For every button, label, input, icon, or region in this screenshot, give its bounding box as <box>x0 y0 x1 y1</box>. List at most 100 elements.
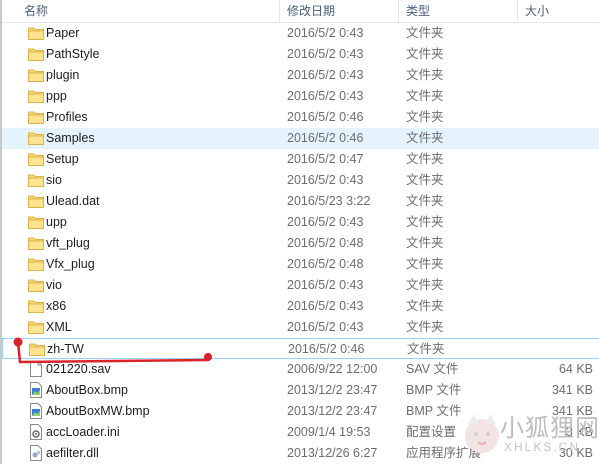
file-row[interactable]: x86 2016/5/2 0:43 文件夹 <box>2 296 599 317</box>
file-name: x86 <box>46 299 67 313</box>
folder-icon <box>28 89 44 103</box>
file-modified-date: 2016/5/2 0:43 <box>287 278 364 292</box>
file-modified-date: 2016/5/2 0:46 <box>287 110 364 124</box>
file-type: 文件夹 <box>406 68 444 82</box>
column-header-type[interactable]: 类型 <box>406 3 430 19</box>
file-modified-date: 2016/5/2 0:43 <box>287 89 364 103</box>
file-modified-date: 2016/5/2 0:43 <box>287 68 364 82</box>
settings-file-icon <box>28 424 44 440</box>
file-modified-date: 2016/5/2 0:48 <box>287 236 364 250</box>
file-row[interactable]: Samples 2016/5/2 0:46 文件夹 <box>2 128 599 149</box>
file-type: 文件夹 <box>406 26 444 40</box>
file-row[interactable]: ppp 2016/5/2 0:43 文件夹 <box>2 86 599 107</box>
file-row[interactable]: Vfx_plug 2016/5/2 0:48 文件夹 <box>2 254 599 275</box>
file-modified-date: 2016/5/2 0:43 <box>287 215 364 229</box>
folder-icon <box>28 68 44 82</box>
file-type: 文件夹 <box>406 236 444 250</box>
folder-icon <box>28 236 44 250</box>
file-modified-date: 2009/1/4 19:53 <box>287 425 371 439</box>
file-name: PathStyle <box>46 47 100 61</box>
file-name: zh-TW <box>47 342 84 356</box>
file-modified-date: 2013/12/26 6:27 <box>287 446 378 460</box>
file-row[interactable]: AboutBox.bmp 2013/12/2 23:47 BMP 文件 341 KB <box>2 380 599 401</box>
file-name: Ulead.dat <box>46 194 100 208</box>
file-row[interactable]: PathStyle 2016/5/2 0:43 文件夹 <box>2 44 599 65</box>
folder-icon <box>28 152 44 166</box>
file-row[interactable]: Setup 2016/5/2 0:47 文件夹 <box>2 149 599 170</box>
folder-icon <box>28 26 44 40</box>
file-type: 文件夹 <box>406 131 444 145</box>
folder-icon <box>28 257 44 271</box>
file-row[interactable]: Paper 2016/5/2 0:43 文件夹 <box>2 23 599 44</box>
file-modified-date: 2016/5/2 0:46 <box>287 131 364 145</box>
file-name: plugin <box>46 68 80 82</box>
folder-icon <box>28 299 44 313</box>
folder-icon <box>29 342 45 356</box>
folder-icon <box>28 47 44 61</box>
file-row[interactable]: vio 2016/5/2 0:43 文件夹 <box>2 275 599 296</box>
file-name: XML <box>46 320 72 334</box>
file-type: 文件夹 <box>406 215 444 229</box>
file-type: 文件夹 <box>406 257 444 271</box>
folder-icon <box>28 215 44 229</box>
image-file-icon <box>28 382 44 398</box>
file-name: Vfx_plug <box>46 257 95 271</box>
file-row[interactable]: Profiles 2016/5/2 0:46 文件夹 <box>2 107 599 128</box>
file-type: 配置设置 <box>406 425 457 439</box>
file-name: upp <box>46 215 67 229</box>
file-modified-date: 2006/9/22 12:00 <box>287 362 378 376</box>
file-name: Setup <box>46 152 79 166</box>
site-watermark: 小狐狸网 XHLKS.CN <box>460 404 599 464</box>
file-type: 文件夹 <box>406 173 444 187</box>
file-name: Samples <box>46 131 95 145</box>
column-header-name[interactable]: 名称 <box>24 3 48 19</box>
column-header-bar: 名称 修改日期 类型 大小 <box>2 0 599 23</box>
column-header-size[interactable]: 大小 <box>525 3 549 19</box>
file-row[interactable]: Ulead.dat 2016/5/23 3:22 文件夹 <box>2 191 599 212</box>
column-divider[interactable] <box>517 0 518 22</box>
file-modified-date: 2016/5/2 0:43 <box>287 47 364 61</box>
file-name: aefilter.dll <box>46 446 99 460</box>
folder-icon <box>28 278 44 292</box>
file-row[interactable]: XML 2016/5/2 0:43 文件夹 <box>2 317 599 338</box>
file-modified-date: 2016/5/2 0:48 <box>287 257 364 271</box>
file-modified-date: 2016/5/2 0:47 <box>287 152 364 166</box>
file-type: 文件夹 <box>407 342 445 356</box>
file-name: AboutBoxMW.bmp <box>46 404 150 418</box>
file-type: 文件夹 <box>406 89 444 103</box>
file-name: sio <box>46 173 62 187</box>
file-type: BMP 文件 <box>406 383 462 397</box>
file-row[interactable]: sio 2016/5/2 0:43 文件夹 <box>2 170 599 191</box>
file-row[interactable]: zh-TW 2016/5/2 0:46 文件夹 <box>2 338 599 359</box>
folder-icon <box>28 131 44 145</box>
blank-file-icon <box>28 361 44 377</box>
file-row[interactable]: 021220.sav 2006/9/22 12:00 SAV 文件 64 KB <box>2 359 599 380</box>
column-divider[interactable] <box>279 0 280 22</box>
file-type: 文件夹 <box>406 278 444 292</box>
file-modified-date: 2016/5/2 0:46 <box>288 342 365 356</box>
watermark-text: 小狐狸网 <box>500 414 599 442</box>
file-name: vft_plug <box>46 236 90 250</box>
file-name: ppp <box>46 89 67 103</box>
file-modified-date: 2016/5/2 0:43 <box>287 26 364 40</box>
file-row[interactable]: upp 2016/5/2 0:43 文件夹 <box>2 212 599 233</box>
file-size: 341 KB <box>551 383 593 397</box>
file-type: 文件夹 <box>406 47 444 61</box>
file-modified-date: 2016/5/2 0:43 <box>287 173 364 187</box>
column-divider[interactable] <box>398 0 399 22</box>
image-file-icon <box>28 403 44 419</box>
folder-icon <box>28 110 44 124</box>
file-type: BMP 文件 <box>406 404 462 418</box>
file-type: SAV 文件 <box>406 362 459 376</box>
column-header-date[interactable]: 修改日期 <box>287 3 335 19</box>
file-modified-date: 2016/5/2 0:43 <box>287 299 364 313</box>
folder-icon <box>28 320 44 334</box>
file-name: AboutBox.bmp <box>46 383 128 397</box>
file-type: 文件夹 <box>406 299 444 313</box>
dll-file-icon <box>28 445 44 461</box>
file-row[interactable]: plugin 2016/5/2 0:43 文件夹 <box>2 65 599 86</box>
file-row[interactable]: vft_plug 2016/5/2 0:48 文件夹 <box>2 233 599 254</box>
file-name: 021220.sav <box>46 362 111 376</box>
file-modified-date: 2016/5/23 3:22 <box>287 194 371 208</box>
folder-icon <box>28 194 44 208</box>
